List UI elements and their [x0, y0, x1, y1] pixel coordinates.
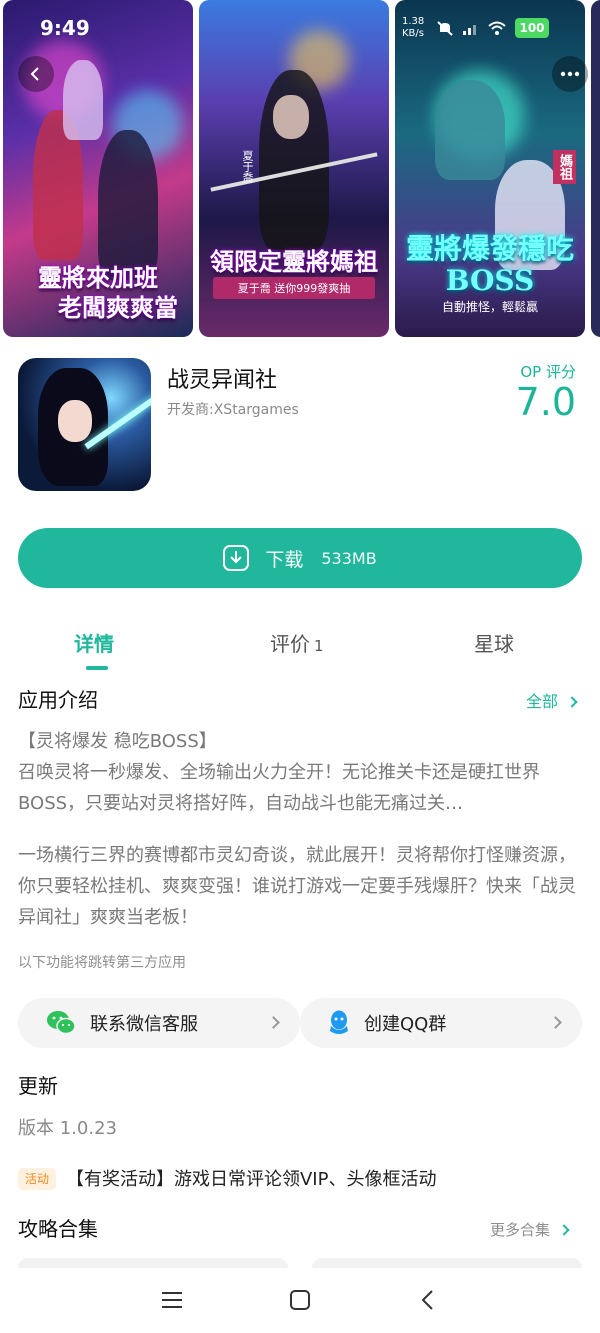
more-guides-link[interactable]: 更多合集	[490, 1219, 570, 1240]
tab-label: 评价	[270, 632, 310, 656]
more-guides-label: 更多合集	[490, 1221, 551, 1239]
version-text: 版本 1.0.23	[18, 1118, 117, 1139]
home-button[interactable]	[284, 1284, 316, 1316]
banner-line: 老闆爽爽當	[58, 293, 178, 322]
intro-all-link[interactable]: 全部	[526, 688, 578, 712]
qq-group-label: 创建QQ群	[364, 1014, 447, 1035]
wechat-service-button[interactable]: 联系微信客服	[18, 998, 300, 1048]
signal-icon	[463, 25, 476, 35]
score-label: OP 评分	[520, 363, 576, 381]
screenshot-2-banner: 領限定靈將媽祖	[210, 247, 378, 276]
net-speed: 1.38 KB/s	[402, 16, 424, 40]
tab-planet[interactable]: 星球	[474, 628, 514, 657]
nav-back-icon	[421, 1290, 433, 1310]
app-name: 战灵异闻社	[167, 368, 278, 393]
more-button[interactable]	[552, 56, 588, 92]
intro-title: 应用介绍	[18, 688, 98, 712]
status-bar: 9:49 1.38 KB/s 100	[0, 14, 600, 44]
more-icon	[560, 71, 580, 77]
screenshot-3[interactable]: 媽祖 靈將爆發穩吃BOSS 自動推怪，輕鬆贏	[395, 0, 585, 337]
battery-indicator: 100	[515, 18, 549, 38]
download-button[interactable]: 下载 533MB	[18, 528, 582, 588]
screenshot-3-tag: 媽祖	[553, 150, 576, 184]
screenshot-2-sub: 夏于喬 送你999發爽抽	[213, 277, 375, 299]
character-figure	[63, 60, 103, 140]
chevron-right-icon	[566, 696, 578, 708]
tab-indicator	[86, 666, 108, 670]
tab-label: 详情	[74, 632, 114, 656]
character-figure	[435, 80, 505, 180]
screenshot-3-sub: 自動推怪，輕鬆贏	[441, 300, 538, 314]
tab-details[interactable]: 详情	[74, 628, 114, 657]
intro-all-label: 全部	[526, 692, 559, 711]
wifi-icon	[488, 21, 506, 35]
developer-name[interactable]: 开发商:XStargames	[167, 399, 299, 419]
guide-card[interactable]	[18, 1258, 288, 1268]
intro-headline: 【灵将爆发 稳吃BOSS】	[18, 731, 217, 752]
intro-body: 召唤灵将一秒爆发、全场输出火力全开！无论推关卡还是硬扛世界BOSS，只要站对灵将…	[18, 762, 540, 814]
third-party-note: 以下功能将跳转第三方应用	[18, 955, 186, 971]
update-title: 更新	[18, 1074, 58, 1098]
intro-paragraph-2: 一场横行三界的赛博都市灵幻奇谈，就此展开！灵将帮你打怪赚资源，你只要轻松挂机、爽…	[18, 845, 576, 928]
qq-icon	[330, 1010, 348, 1034]
screenshot-2[interactable]: 夏于喬 領限定靈將媽祖 夏于喬 送你999發爽抽	[199, 0, 389, 337]
intro-paragraph-1: 【灵将爆发 稳吃BOSS】 召唤灵将一秒爆发、全场输出火力全开！无论推关卡还是硬…	[18, 726, 584, 819]
screenshot-3-banner: 靈將爆發穩吃BOSS	[405, 232, 574, 297]
menu-icon	[162, 1292, 182, 1308]
tab-label: 星球	[474, 632, 514, 656]
net-speed-value: 1.38	[402, 16, 425, 27]
wechat-service-label: 联系微信客服	[90, 1014, 198, 1035]
mute-icon	[437, 21, 453, 36]
event-link[interactable]: 【有奖活动】游戏日常评论领VIP、头像框活动	[66, 1165, 436, 1191]
screenshot-2-tag: 夏于喬	[241, 150, 254, 183]
back-button[interactable]	[18, 56, 54, 92]
chevron-right-icon	[549, 1016, 562, 1029]
character-face	[273, 95, 309, 139]
banner-line: 靈將來加班	[38, 263, 158, 292]
home-icon	[290, 1290, 310, 1310]
download-size: 533MB	[321, 548, 377, 568]
screenshot-1[interactable]: 靈將來加班 老闆爽爽當	[3, 0, 193, 337]
event-badge: 活动	[18, 1168, 56, 1190]
back-icon	[30, 67, 39, 81]
character-figure	[98, 130, 158, 280]
screenshot-4-peek[interactable]	[591, 0, 600, 337]
app-icon	[18, 358, 151, 491]
decor	[58, 400, 92, 442]
tab-reviews[interactable]: 评价 1	[270, 628, 324, 657]
chevron-right-icon	[267, 1016, 280, 1029]
menu-button[interactable]	[156, 1284, 188, 1316]
download-icon	[223, 545, 250, 571]
download-label: 下载	[265, 548, 304, 571]
net-speed-unit: KB/s	[402, 28, 424, 39]
wechat-icon	[47, 1011, 76, 1035]
guide-card[interactable]	[312, 1258, 582, 1268]
screenshot-carousel[interactable]: 靈將來加班 老闆爽爽當 夏于喬 領限定靈將媽祖 夏于喬 送你999發爽抽 媽祖 …	[0, 0, 600, 340]
guides-title: 攻略合集	[18, 1217, 98, 1241]
chevron-right-icon	[558, 1224, 570, 1236]
system-nav-bar	[0, 1268, 600, 1333]
screenshot-1-banner: 靈將來加班 老闆爽爽當	[3, 263, 193, 323]
tab-count: 1	[314, 637, 324, 655]
score-value: 7.0	[515, 380, 576, 424]
status-time: 9:49	[40, 16, 90, 40]
qq-group-button[interactable]: 创建QQ群	[300, 998, 582, 1048]
nav-back-button[interactable]	[412, 1284, 444, 1316]
